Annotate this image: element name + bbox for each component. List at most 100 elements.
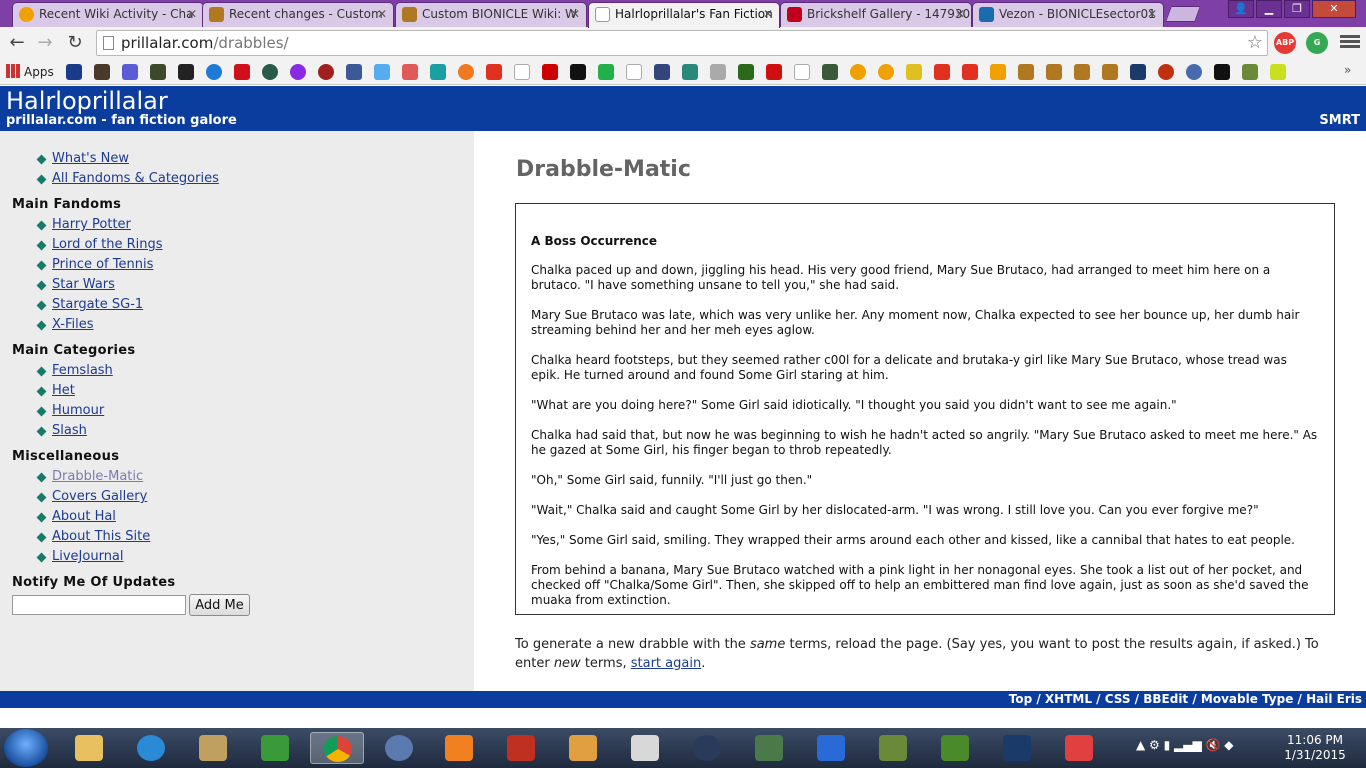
start-button[interactable] <box>4 729 48 767</box>
forward-arrow-icon[interactable]: → <box>34 32 56 54</box>
fandom-link[interactable]: Harry Potter <box>52 217 131 232</box>
bookmark-icon[interactable] <box>1046 64 1062 80</box>
minimize-button[interactable]: ▁ <box>1256 0 1282 18</box>
bookmark-icon[interactable] <box>738 64 754 80</box>
bookmark-icon[interactable] <box>710 64 726 80</box>
bookmark-star-icon[interactable]: ☆ <box>1247 32 1263 53</box>
bookmark-icon[interactable] <box>990 64 1006 80</box>
bookmark-icon[interactable] <box>1130 64 1146 80</box>
bookmark-icon[interactable] <box>822 64 838 80</box>
taskbar-app[interactable] <box>990 732 1044 764</box>
category-link[interactable]: Het <box>52 383 75 398</box>
browser-tab-active[interactable]: Halrloprillalar's Fan Fiction ✕ <box>588 2 780 28</box>
bookmark-icon[interactable] <box>122 64 138 80</box>
more-bookmarks-icon[interactable]: » <box>1344 63 1351 77</box>
browser-tab[interactable]: Recent Wiki Activity - Cha ✕ <box>12 2 204 27</box>
taskbar-app[interactable] <box>928 732 982 764</box>
fandom-link[interactable]: Lord of the Rings <box>52 237 163 252</box>
bookmark-icon[interactable] <box>1074 64 1090 80</box>
apps-bookmark[interactable]: Apps <box>6 62 54 82</box>
add-me-button[interactable]: Add Me <box>189 594 250 616</box>
bookmark-icon[interactable] <box>1242 64 1258 80</box>
browser-tab[interactable]: Custom BIONICLE Wiki: W ✕ <box>395 2 587 27</box>
chrome-menu-icon[interactable] <box>1340 33 1360 53</box>
facebook-icon[interactable] <box>346 64 362 80</box>
bookmark-icon[interactable] <box>1018 64 1034 80</box>
browser-tab[interactable]: Recent changes - Custom ✕ <box>202 2 394 27</box>
office-icon[interactable] <box>486 64 502 80</box>
browser-tab[interactable]: Brickshelf Gallery - 147930 ✕ <box>780 2 972 27</box>
bookmark-icon[interactable] <box>262 64 278 80</box>
about-hal-link[interactable]: About Hal <box>52 509 116 524</box>
taskbar-app[interactable] <box>186 732 240 764</box>
close-tab-icon[interactable]: ✕ <box>187 3 197 26</box>
bookmark-icon[interactable] <box>150 64 166 80</box>
bookmark-icon[interactable] <box>598 64 614 80</box>
livejournal-link[interactable]: LiveJournal <box>52 549 124 564</box>
all-fandoms-link[interactable]: All Fandoms & Categories <box>52 171 219 186</box>
start-again-link[interactable]: start again <box>631 656 701 671</box>
site-footer[interactable]: Top / XHTML / CSS / BBEdit / Movable Typ… <box>0 691 1366 708</box>
page-icon[interactable] <box>626 64 642 80</box>
category-link[interactable]: Slash <box>52 423 87 438</box>
taskbar-app[interactable] <box>124 732 178 764</box>
page-icon[interactable] <box>514 64 530 80</box>
site-title[interactable]: Halrloprillalar <box>6 87 168 115</box>
maximize-button[interactable]: ❐ <box>1284 0 1310 18</box>
taskbar-app-chrome[interactable] <box>310 732 364 764</box>
category-link[interactable]: Humour <box>52 403 104 418</box>
new-tab-button[interactable] <box>1165 6 1201 22</box>
taskbar-app-explorer[interactable] <box>62 732 116 764</box>
covers-gallery-link[interactable]: Covers Gallery <box>52 489 147 504</box>
bookmark-icon[interactable] <box>458 64 474 80</box>
taskbar-app[interactable] <box>866 732 920 764</box>
about-site-link[interactable]: About This Site <box>52 529 150 544</box>
bookmark-icon[interactable] <box>682 64 698 80</box>
bookmark-icon[interactable] <box>570 64 586 80</box>
youtube-icon[interactable] <box>542 64 558 80</box>
bookmark-icon[interactable] <box>878 64 894 80</box>
taskbar-app[interactable] <box>1052 732 1106 764</box>
bookmark-icon[interactable] <box>290 64 306 80</box>
browser-tab[interactable]: Vezon - BIONICLEsector01 ✕ <box>972 2 1164 27</box>
clock[interactable]: 11:06 PM 1/31/2015 <box>1282 733 1348 763</box>
bookmark-icon[interactable] <box>654 64 670 80</box>
bookmark-icon[interactable] <box>94 64 110 80</box>
grammarly-icon[interactable]: G <box>1306 32 1328 54</box>
taskbar-app[interactable] <box>618 732 672 764</box>
bookmark-icon[interactable] <box>1158 64 1174 80</box>
drabble-matic-link[interactable]: Drabble-Matic <box>52 469 143 484</box>
whats-new-link[interactable]: What's New <box>52 151 129 166</box>
taskbar-app[interactable] <box>494 732 548 764</box>
close-tab-icon[interactable]: ✕ <box>570 3 580 26</box>
close-tab-icon[interactable]: ✕ <box>955 3 965 26</box>
reload-icon[interactable]: ↻ <box>64 32 86 54</box>
bookmark-icon[interactable] <box>906 64 922 80</box>
fandom-link[interactable]: X-Files <box>52 317 93 332</box>
fandom-link[interactable]: Star Wars <box>52 277 115 292</box>
address-bar[interactable]: prillalar.com/drabbles/ ☆ <box>96 30 1268 56</box>
fandom-link[interactable]: Prince of Tennis <box>52 257 153 272</box>
page-icon[interactable] <box>794 64 810 80</box>
taskbar-app[interactable] <box>248 732 302 764</box>
close-tab-icon[interactable]: ✕ <box>1147 3 1157 26</box>
close-window-button[interactable]: ✕ <box>1312 0 1356 18</box>
back-arrow-icon[interactable]: ← <box>6 32 28 54</box>
taskbar-app[interactable] <box>804 732 858 764</box>
taskbar-app[interactable] <box>742 732 796 764</box>
bookmark-icon[interactable] <box>850 64 866 80</box>
bookmark-icon[interactable] <box>1270 64 1286 80</box>
close-tab-icon[interactable]: ✕ <box>763 3 773 26</box>
bookmark-icon[interactable] <box>766 64 782 80</box>
taskbar-app[interactable] <box>432 732 486 764</box>
taskbar-app[interactable] <box>680 732 734 764</box>
bookmark-icon[interactable] <box>1186 64 1202 80</box>
taskbar-app[interactable] <box>372 732 426 764</box>
bookmark-icon[interactable] <box>318 64 334 80</box>
system-tray[interactable]: ▲ ⚙ ▮ ▂▄▆ 🔇 ◆ <box>1136 738 1234 752</box>
taskbar-app[interactable] <box>556 732 610 764</box>
bookmark-icon[interactable] <box>206 64 222 80</box>
bookmark-icon[interactable] <box>178 64 194 80</box>
fandom-link[interactable]: Stargate SG-1 <box>52 297 143 312</box>
category-link[interactable]: Femslash <box>52 363 113 378</box>
